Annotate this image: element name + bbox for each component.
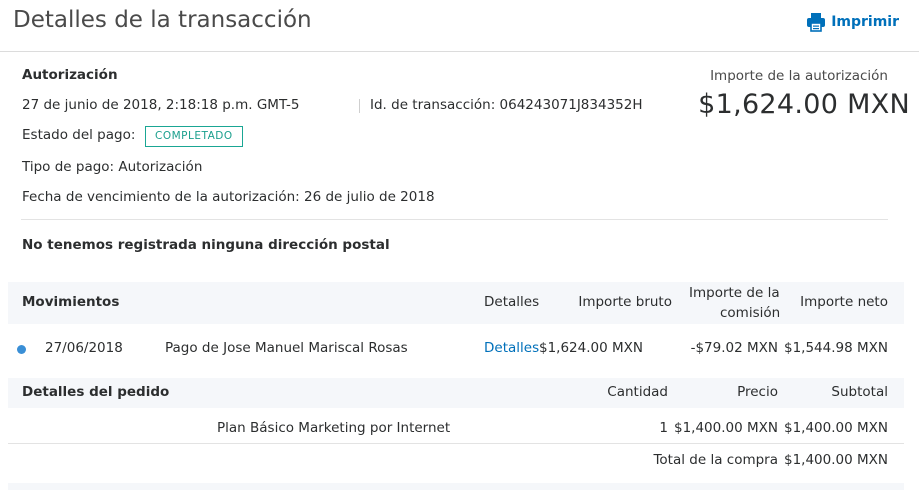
column-subtotal: Subtotal	[831, 384, 888, 400]
no-address-notice: No tenemos registrada ninguna dirección …	[22, 237, 390, 253]
order-total-label: Total de la compra	[653, 452, 778, 468]
movement-net: $1,544.98 MXN	[784, 340, 888, 356]
status-label: Estado del pago:	[22, 127, 136, 143]
print-label: Imprimir	[831, 14, 899, 30]
payment-type: Tipo de pago: Autorización	[22, 159, 203, 175]
order-item-quantity: 1	[659, 420, 668, 436]
order-item-name: Plan Básico Marketing por Internet	[217, 420, 451, 436]
transaction-type-label: Autorización	[22, 67, 118, 83]
order-item-subtotal: $1,400.00 MXN	[784, 420, 888, 436]
page-title: Detalles de la transacción	[13, 7, 312, 33]
column-price: Precio	[737, 384, 778, 400]
movement-description: Pago de Jose Manuel Mariscal Rosas	[165, 340, 408, 356]
transaction-id: Id. de transacción: 064243071J834352H	[370, 97, 643, 113]
status-dot-icon	[17, 345, 26, 354]
movement-fee: -$79.02 MXN	[690, 340, 778, 356]
column-fee-line1: Importe de la	[689, 285, 780, 301]
column-fee-line2: comisión	[720, 305, 781, 321]
authorization-amount-label: Importe de la autorización	[710, 68, 888, 84]
header-divider	[0, 51, 919, 52]
vertical-divider	[359, 99, 360, 113]
column-quantity: Cantidad	[607, 384, 668, 400]
column-gross: Importe bruto	[578, 294, 672, 310]
column-details: Detalles	[484, 294, 540, 310]
authorization-expiry: Fecha de vencimiento de la autorización:…	[22, 189, 435, 205]
authorization-amount: $1,624.00 MXN	[698, 89, 910, 120]
order-total: $1,400.00 MXN	[784, 452, 888, 468]
movements-title: Movimientos	[22, 294, 120, 310]
bottom-bar	[8, 483, 904, 490]
print-button[interactable]: Imprimir	[806, 12, 899, 32]
order-divider	[8, 443, 904, 444]
movement-gross: $1,624.00 MXN	[539, 340, 643, 356]
printer-icon	[807, 13, 826, 32]
status-badge: COMPLETADO	[145, 126, 243, 147]
column-net: Importe neto	[800, 294, 888, 310]
transaction-datetime: 27 de junio de 2018, 2:18:18 p.m. GMT-5	[22, 97, 300, 113]
summary-divider	[21, 219, 888, 220]
order-details-title: Detalles del pedido	[22, 384, 170, 400]
movement-details-link[interactable]: Detalles	[484, 340, 539, 356]
movement-date: 27/06/2018	[45, 340, 123, 356]
order-item-price: $1,400.00 MXN	[674, 420, 778, 436]
